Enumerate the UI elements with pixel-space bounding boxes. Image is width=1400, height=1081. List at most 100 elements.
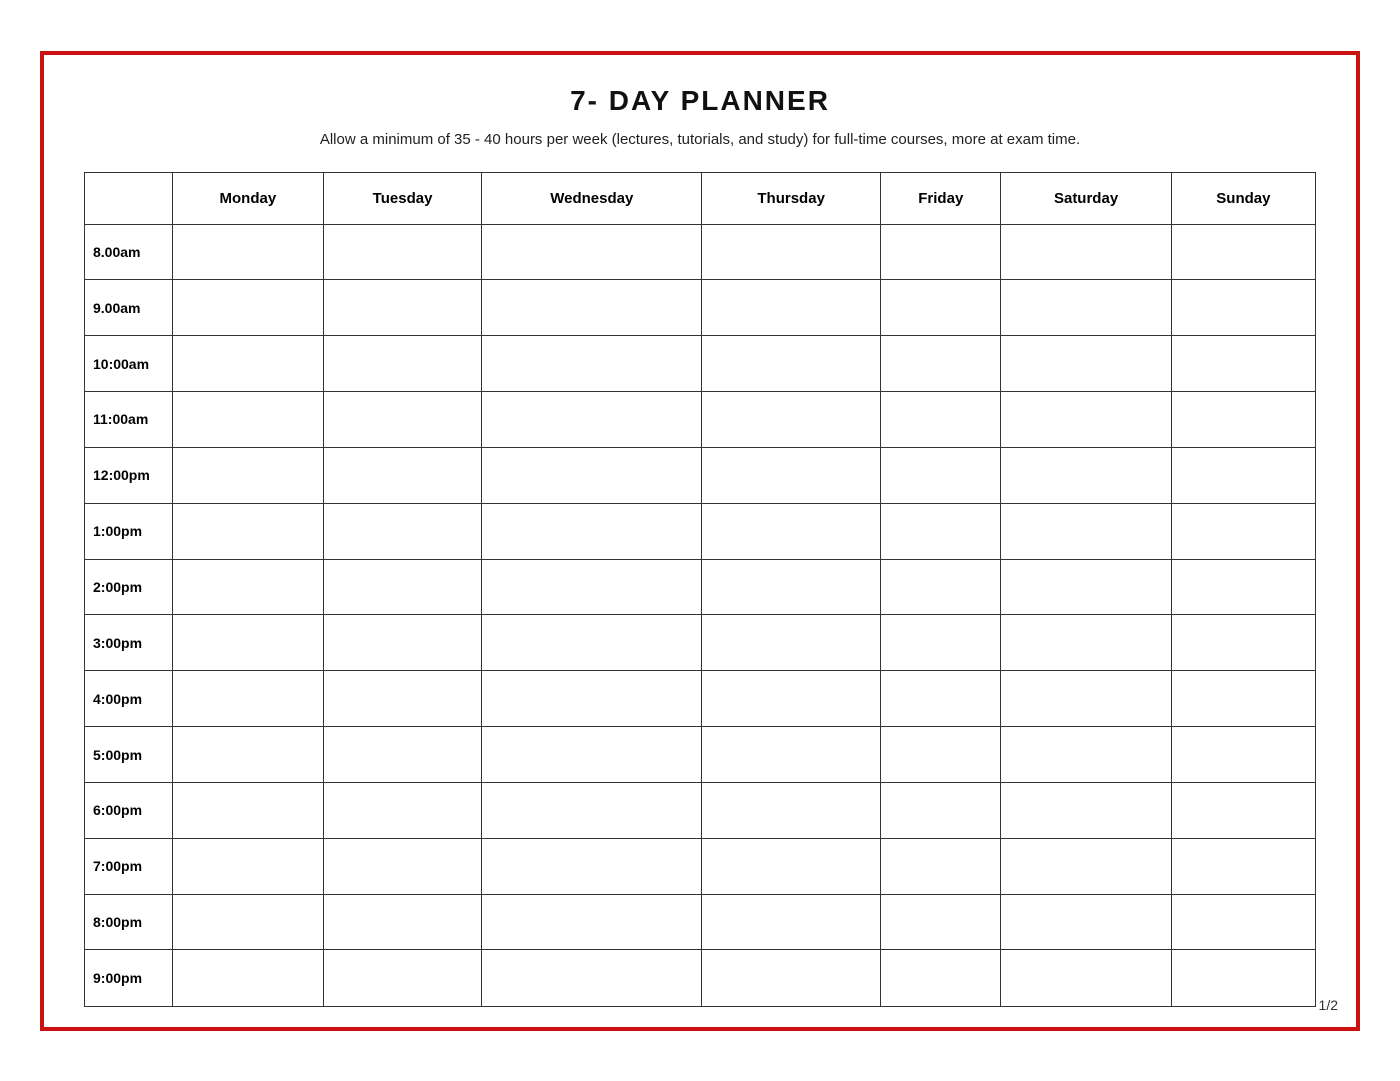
schedule-cell[interactable] — [881, 559, 1001, 615]
schedule-cell[interactable] — [173, 503, 324, 559]
schedule-cell[interactable] — [881, 336, 1001, 392]
schedule-cell[interactable] — [482, 559, 702, 615]
schedule-cell[interactable] — [1171, 447, 1315, 503]
schedule-cell[interactable] — [173, 782, 324, 838]
schedule-cell[interactable] — [881, 447, 1001, 503]
schedule-cell[interactable] — [702, 447, 881, 503]
schedule-cell[interactable] — [482, 615, 702, 671]
schedule-cell[interactable] — [1001, 336, 1171, 392]
schedule-cell[interactable] — [482, 503, 702, 559]
schedule-cell[interactable] — [173, 838, 324, 894]
schedule-cell[interactable] — [1171, 280, 1315, 336]
schedule-cell[interactable] — [881, 224, 1001, 280]
schedule-cell[interactable] — [1001, 782, 1171, 838]
table-row: 7:00pm — [85, 838, 1316, 894]
schedule-cell[interactable] — [323, 559, 482, 615]
schedule-cell[interactable] — [323, 392, 482, 448]
schedule-cell[interactable] — [702, 280, 881, 336]
schedule-cell[interactable] — [323, 503, 482, 559]
schedule-cell[interactable] — [323, 280, 482, 336]
schedule-cell[interactable] — [1171, 671, 1315, 727]
schedule-cell[interactable] — [323, 782, 482, 838]
schedule-cell[interactable] — [881, 727, 1001, 783]
schedule-cell[interactable] — [173, 336, 324, 392]
schedule-cell[interactable] — [702, 503, 881, 559]
schedule-cell[interactable] — [323, 894, 482, 950]
schedule-cell[interactable] — [482, 280, 702, 336]
schedule-cell[interactable] — [482, 950, 702, 1006]
schedule-cell[interactable] — [1171, 336, 1315, 392]
schedule-cell[interactable] — [323, 615, 482, 671]
schedule-cell[interactable] — [881, 838, 1001, 894]
schedule-cell[interactable] — [482, 671, 702, 727]
schedule-cell[interactable] — [1001, 894, 1171, 950]
schedule-cell[interactable] — [323, 224, 482, 280]
schedule-cell[interactable] — [881, 615, 1001, 671]
schedule-cell[interactable] — [323, 950, 482, 1006]
schedule-cell[interactable] — [1171, 950, 1315, 1006]
schedule-cell[interactable] — [1001, 615, 1171, 671]
schedule-cell[interactable] — [1171, 727, 1315, 783]
schedule-cell[interactable] — [702, 838, 881, 894]
schedule-cell[interactable] — [702, 782, 881, 838]
schedule-cell[interactable] — [323, 336, 482, 392]
schedule-cell[interactable] — [173, 727, 324, 783]
schedule-cell[interactable] — [1001, 503, 1171, 559]
schedule-cell[interactable] — [323, 447, 482, 503]
schedule-cell[interactable] — [482, 782, 702, 838]
schedule-cell[interactable] — [1171, 559, 1315, 615]
schedule-cell[interactable] — [1001, 838, 1171, 894]
schedule-cell[interactable] — [1001, 280, 1171, 336]
schedule-cell[interactable] — [1171, 503, 1315, 559]
schedule-cell[interactable] — [482, 894, 702, 950]
schedule-cell[interactable] — [482, 838, 702, 894]
schedule-cell[interactable] — [323, 727, 482, 783]
schedule-cell[interactable] — [1171, 838, 1315, 894]
schedule-cell[interactable] — [702, 224, 881, 280]
schedule-cell[interactable] — [881, 950, 1001, 1006]
schedule-cell[interactable] — [1171, 224, 1315, 280]
schedule-cell[interactable] — [881, 392, 1001, 448]
schedule-cell[interactable] — [173, 447, 324, 503]
schedule-cell[interactable] — [482, 727, 702, 783]
schedule-cell[interactable] — [1001, 392, 1171, 448]
schedule-cell[interactable] — [881, 894, 1001, 950]
schedule-cell[interactable] — [702, 950, 881, 1006]
schedule-cell[interactable] — [1001, 447, 1171, 503]
schedule-cell[interactable] — [323, 838, 482, 894]
schedule-cell[interactable] — [323, 671, 482, 727]
schedule-cell[interactable] — [881, 503, 1001, 559]
schedule-cell[interactable] — [702, 894, 881, 950]
schedule-cell[interactable] — [702, 671, 881, 727]
schedule-cell[interactable] — [881, 782, 1001, 838]
schedule-cell[interactable] — [881, 280, 1001, 336]
schedule-cell[interactable] — [881, 671, 1001, 727]
schedule-cell[interactable] — [173, 671, 324, 727]
schedule-cell[interactable] — [173, 559, 324, 615]
schedule-cell[interactable] — [1171, 392, 1315, 448]
schedule-cell[interactable] — [1171, 782, 1315, 838]
schedule-cell[interactable] — [1001, 950, 1171, 1006]
schedule-cell[interactable] — [702, 559, 881, 615]
schedule-cell[interactable] — [482, 336, 702, 392]
schedule-cell[interactable] — [702, 336, 881, 392]
schedule-cell[interactable] — [1171, 894, 1315, 950]
schedule-cell[interactable] — [1001, 671, 1171, 727]
schedule-cell[interactable] — [173, 615, 324, 671]
schedule-cell[interactable] — [173, 224, 324, 280]
schedule-cell[interactable] — [1001, 559, 1171, 615]
time-label: 8:00pm — [85, 894, 173, 950]
schedule-cell[interactable] — [1001, 224, 1171, 280]
schedule-cell[interactable] — [702, 615, 881, 671]
schedule-cell[interactable] — [173, 392, 324, 448]
schedule-cell[interactable] — [482, 447, 702, 503]
schedule-cell[interactable] — [702, 392, 881, 448]
schedule-cell[interactable] — [173, 280, 324, 336]
schedule-cell[interactable] — [173, 950, 324, 1006]
schedule-cell[interactable] — [1171, 615, 1315, 671]
schedule-cell[interactable] — [482, 392, 702, 448]
schedule-cell[interactable] — [482, 224, 702, 280]
schedule-cell[interactable] — [1001, 727, 1171, 783]
schedule-cell[interactable] — [702, 727, 881, 783]
schedule-cell[interactable] — [173, 894, 324, 950]
